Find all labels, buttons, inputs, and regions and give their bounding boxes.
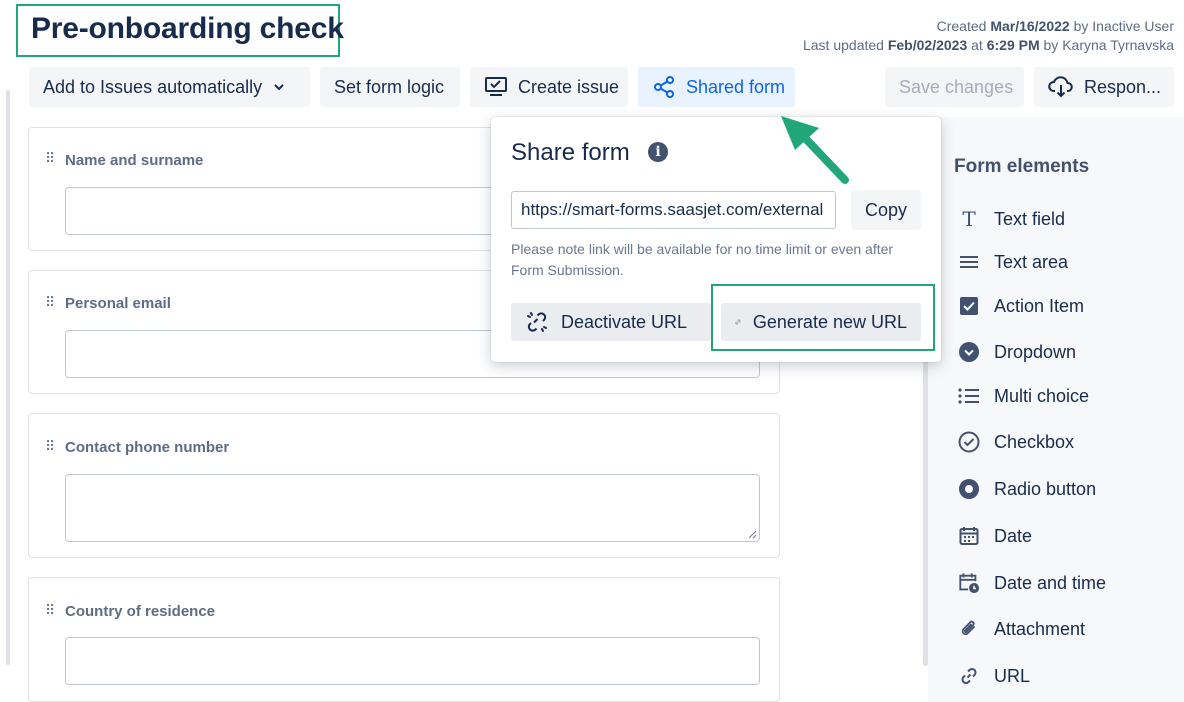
element-date-and-time[interactable]: Date and time <box>958 572 1106 594</box>
copy-button[interactable]: Copy <box>851 190 921 230</box>
created-by-user: Inactive User <box>1092 18 1174 34</box>
multi-choice-icon <box>958 385 980 407</box>
element-date[interactable]: Date <box>958 525 1032 547</box>
set-form-logic-button[interactable]: Set form logic <box>320 67 460 107</box>
calendar-icon <box>958 525 980 547</box>
responses-button[interactable]: Respon... <box>1034 67 1174 107</box>
element-attachment[interactable]: Attachment <box>958 618 1085 640</box>
element-text-area[interactable]: Text area <box>958 251 1068 273</box>
element-action-item[interactable]: Action Item <box>958 295 1084 317</box>
form-meta-info: Created Mar/16/2022 by Inactive User Las… <box>803 17 1174 55</box>
annotation-arrow <box>781 116 849 184</box>
deactivate-url-button[interactable]: Deactivate URL <box>511 303 711 341</box>
text-area-icon <box>958 251 980 273</box>
element-checkbox[interactable]: Checkbox <box>958 431 1074 453</box>
form-elements-title: Form elements <box>954 156 1090 177</box>
updated-by-user: Karyna Tyrnavska <box>1062 37 1174 53</box>
form-elements-panel: Form elements T Text field Text area Act… <box>928 117 1184 702</box>
drag-handle-icon[interactable]: ⠿ <box>45 439 55 453</box>
phone-textarea[interactable] <box>65 474 760 542</box>
add-to-issues-dropdown[interactable]: Add to Issues automatically <box>29 67 310 107</box>
generate-url-highlight-box <box>711 284 935 351</box>
radio-button-icon <box>958 478 980 500</box>
element-text-field[interactable]: T Text field <box>958 207 1065 231</box>
page-title: Pre-onboarding check <box>31 12 344 45</box>
unlink-icon <box>527 312 547 332</box>
create-issue-button[interactable]: Create issue <box>470 67 628 107</box>
action-item-icon <box>958 295 980 317</box>
chevron-down-icon <box>274 84 284 91</box>
field-label: Name and surname <box>65 152 204 169</box>
share-note: Please note link will be available for n… <box>511 241 894 278</box>
paperclip-icon <box>958 618 980 640</box>
share-url-field[interactable]: https://smart-forms.saasjet.com/external <box>511 191 836 229</box>
create-issue-icon <box>485 77 507 96</box>
share-form-title: Share form <box>511 139 630 166</box>
element-multi-choice[interactable]: Multi choice <box>958 385 1089 407</box>
resize-handle-icon[interactable] <box>747 529 757 539</box>
save-changes-button[interactable]: Save changes <box>885 67 1024 107</box>
field-label: Personal email <box>65 295 171 312</box>
form-field-card[interactable]: ⠿ Country of residence <box>28 577 780 702</box>
text-field-icon: T <box>962 207 976 231</box>
country-input[interactable] <box>65 637 760 685</box>
form-field-card[interactable]: ⠿ Contact phone number <box>28 413 780 558</box>
field-label: Contact phone number <box>65 439 230 456</box>
element-dropdown[interactable]: Dropdown <box>958 341 1076 363</box>
left-scrollbar[interactable] <box>6 90 10 665</box>
created-line: Created Mar/16/2022 by Inactive User <box>936 18 1174 34</box>
share-icon <box>654 76 674 98</box>
drag-handle-icon[interactable]: ⠿ <box>45 603 55 617</box>
cloud-download-icon <box>1048 76 1073 98</box>
checkbox-icon <box>958 431 980 453</box>
drag-handle-icon[interactable]: ⠿ <box>45 295 55 309</box>
updated-line: Last updated Feb/02/2023 at 6:29 PM by K… <box>802 37 1174 53</box>
drag-handle-icon[interactable]: ⠿ <box>45 151 55 165</box>
shared-form-button[interactable]: Shared form <box>638 67 795 107</box>
dropdown-icon <box>958 341 980 363</box>
info-icon[interactable]: i <box>648 142 668 162</box>
calendar-clock-icon <box>958 572 980 594</box>
element-url[interactable]: URL <box>958 665 1030 687</box>
element-radio-button[interactable]: Radio button <box>958 478 1096 500</box>
field-label: Country of residence <box>65 603 216 620</box>
link-icon <box>958 665 980 687</box>
